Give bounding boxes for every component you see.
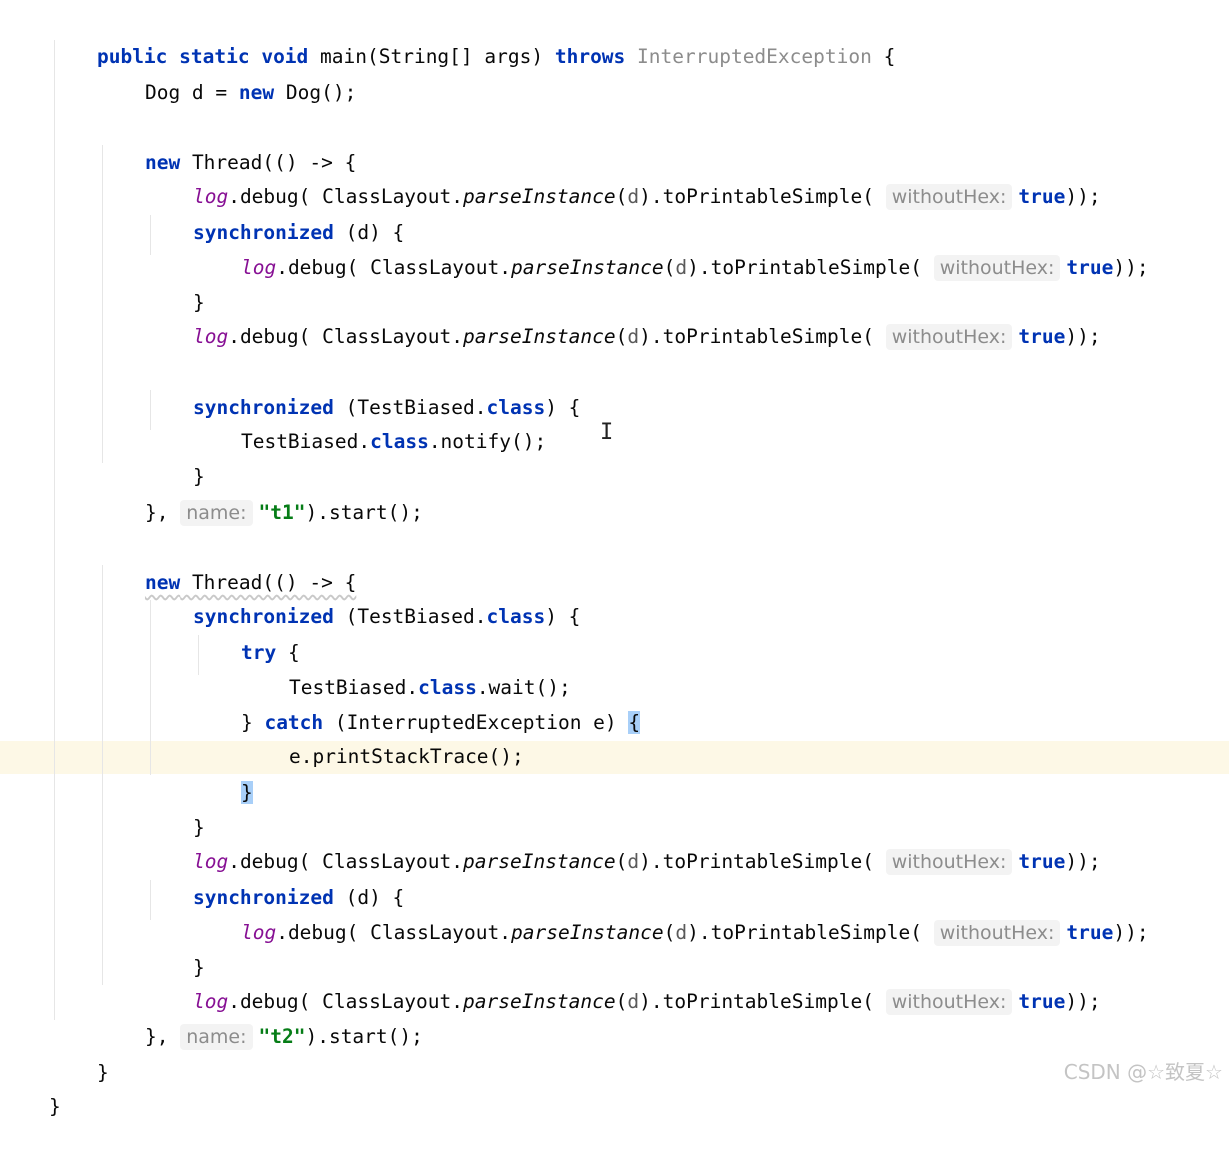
code-line[interactable]: }	[146, 915, 205, 979]
code-line[interactable]: new Thread(() -> {	[98, 110, 356, 174]
matched-brace: }	[240, 781, 253, 804]
current-line-highlight	[0, 741, 1229, 774]
code-line[interactable]: log.debug( ClassLayout.parseInstance(d).…	[146, 144, 1101, 210]
code-line[interactable]: new Thread(() -> {	[98, 530, 356, 594]
code-line[interactable]: synchronized (d) {	[146, 845, 404, 909]
code-line[interactable]: synchronized (TestBiased.class) {	[146, 355, 580, 419]
code-line[interactable]: log.debug( ClassLayout.parseInstance(d).…	[194, 880, 1149, 946]
indent-guide	[54, 40, 55, 1020]
code-line[interactable]: e.printStackTrace();	[242, 704, 524, 768]
code-line[interactable]: }	[50, 1020, 109, 1084]
code-line[interactable]: log.debug( ClassLayout.parseInstance(d).…	[194, 215, 1149, 281]
code-line[interactable]: try {	[194, 600, 300, 664]
code-line[interactable]: log.debug( ClassLayout.parseInstance(d).…	[146, 284, 1101, 350]
code-line[interactable]: }	[194, 740, 253, 804]
code-line[interactable]: public static void main(String[] args) t…	[50, 4, 895, 68]
param-hint: withoutHex:	[885, 989, 1013, 1015]
code-line[interactable]: Dog d = new Dog();	[98, 40, 356, 104]
code-line[interactable]: }	[2, 1054, 61, 1118]
param-hint: withoutHex:	[933, 255, 1061, 281]
text-cursor-icon: I	[600, 420, 614, 445]
code-line[interactable]: }	[146, 424, 205, 488]
code-line[interactable]: }, name: "t1").start();	[98, 460, 423, 526]
code-line[interactable]: log.debug( ClassLayout.parseInstance(d).…	[146, 809, 1101, 875]
code-line[interactable]: } catch (InterruptedException e) {	[194, 670, 641, 734]
code-line[interactable]: }	[146, 250, 205, 314]
code-line[interactable]: TestBiased.class.notify();	[194, 389, 546, 453]
param-hint: name:	[180, 500, 253, 526]
param-hint: withoutHex:	[885, 849, 1013, 875]
param-hint: withoutHex:	[885, 324, 1013, 350]
code-line[interactable]: TestBiased.class.wait();	[242, 635, 571, 699]
code-line[interactable]: }	[146, 775, 205, 839]
matched-brace: {	[628, 711, 641, 734]
param-hint: name:	[180, 1024, 253, 1050]
code-editor[interactable]: public static void main(String[] args) t…	[0, 0, 1229, 1118]
code-line[interactable]: log.debug( ClassLayout.parseInstance(d).…	[146, 949, 1101, 1015]
watermark: CSDN @☆致夏☆	[1063, 1060, 1223, 1084]
param-hint: withoutHex:	[933, 920, 1061, 946]
code-line[interactable]: synchronized (TestBiased.class) {	[146, 564, 580, 628]
param-hint: withoutHex:	[885, 184, 1013, 210]
code-line[interactable]: }, name: "t2").start();	[98, 984, 423, 1050]
code-line[interactable]: synchronized (d) {	[146, 180, 404, 244]
